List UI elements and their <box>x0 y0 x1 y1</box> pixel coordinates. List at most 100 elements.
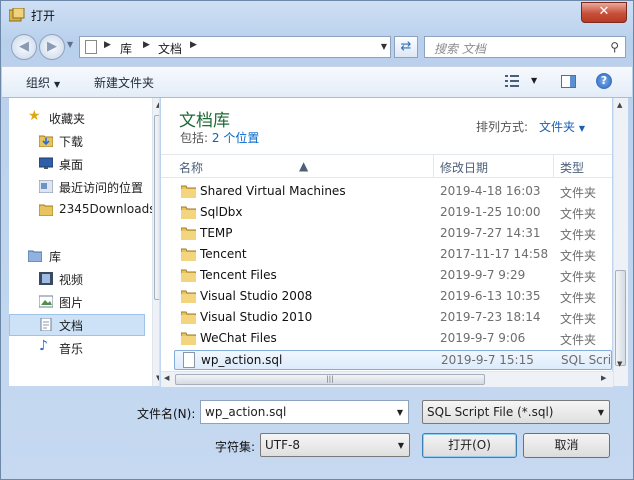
encoding-select[interactable]: UTF-8 ▼ <box>260 433 410 457</box>
sidebar-scroll-thumb[interactable] <box>154 115 159 300</box>
arrange-by-dropdown[interactable]: 文件夹 ▼ <box>539 118 585 135</box>
window-title: 打开 <box>31 9 56 23</box>
search-placeholder: 搜索 文档 <box>434 42 486 56</box>
file-type: 文件夹 <box>560 207 597 221</box>
file-date: 2019-1-25 10:00 <box>440 205 541 219</box>
sidebar-item-label: 库 <box>49 250 62 264</box>
cancel-button[interactable]: 取消 <box>523 433 610 458</box>
file-name: SqlDbx <box>200 205 243 219</box>
library-title: 文档库 <box>179 111 230 131</box>
sidebar-item-label: 视频 <box>59 273 84 287</box>
help-icon[interactable]: ? <box>596 73 612 89</box>
includes-locations-link[interactable]: 2 个位置 <box>212 131 259 145</box>
arrange-by-label: 排列方式: <box>476 120 529 134</box>
folder-icon <box>181 332 196 345</box>
file-row[interactable]: Visual Studio 2008 2019-6-13 10:35 文件夹 <box>174 287 612 307</box>
filename-label: 文件名(N): <box>137 407 196 421</box>
chevron-down-icon[interactable]: ▼ <box>398 441 404 450</box>
file-name: Visual Studio 2008 <box>200 289 313 303</box>
column-header-type[interactable]: 类型 <box>560 159 584 176</box>
scroll-up-icon[interactable]: ▲ <box>617 101 622 109</box>
search-icon[interactable]: ⚲ <box>610 40 619 54</box>
file-list-scrollbar[interactable]: ▲ ▼ <box>613 98 628 386</box>
column-divider[interactable] <box>433 155 434 177</box>
scroll-up-icon[interactable]: ▲ <box>156 101 159 109</box>
view-options-icon[interactable] <box>505 74 519 88</box>
sidebar-item-pictures[interactable]: 图片 <box>9 291 145 313</box>
encoding-value: UTF-8 <box>265 438 300 452</box>
new-folder-button[interactable]: 新建文件夹 <box>94 74 154 91</box>
encoding-label: 字符集: <box>215 440 256 454</box>
forward-button[interactable]: ▶ <box>39 34 65 60</box>
sidebar-scrollbar[interactable]: ▲ ▼ <box>152 98 159 386</box>
column-header-modified[interactable]: 修改日期 <box>440 159 488 176</box>
breadcrumb-documents[interactable]: 文档 <box>158 40 182 57</box>
folder-icon <box>181 311 196 324</box>
sort-ascending-icon: ▲ <box>299 159 309 173</box>
caret-down-icon: ▼ <box>578 124 585 133</box>
chevron-down-icon[interactable]: ▼ <box>397 408 403 417</box>
file-row[interactable]: WeChat Files 2019-9-7 9:06 文件夹 <box>174 329 612 349</box>
column-divider[interactable] <box>553 155 554 177</box>
chevron-right-icon[interactable]: ▶ <box>190 40 197 50</box>
horizontal-scroll-thumb[interactable]: ||| <box>175 374 485 385</box>
library-includes: 包括: 2 个位置 <box>180 129 259 146</box>
preview-pane-icon[interactable] <box>561 75 576 88</box>
file-row[interactable]: Tencent 2017-11-17 14:58 文件夹 <box>174 245 612 265</box>
library-icon <box>28 250 42 262</box>
refresh-button[interactable]: ⇄ <box>394 36 418 58</box>
address-bar[interactable]: ▶ 库 ▶ 文档 ▶ ▼ <box>79 36 391 58</box>
star-icon: ★ <box>28 108 41 124</box>
breadcrumb-library[interactable]: 库 <box>120 40 132 57</box>
file-row[interactable]: Visual Studio 2010 2019-7-23 18:14 文件夹 <box>174 308 612 328</box>
sidebar-item-recent-places[interactable]: 最近访问的位置 <box>9 176 145 198</box>
file-row[interactable]: SqlDbx 2019-1-25 10:00 文件夹 <box>174 203 612 223</box>
chevron-right-icon[interactable]: ▶ <box>143 40 150 50</box>
back-button[interactable]: ◀ <box>11 34 37 60</box>
download-folder-icon <box>39 135 53 147</box>
sidebar-item-label: 音乐 <box>59 342 84 356</box>
file-row[interactable]: Shared Virtual Machines 2019-4-18 16:03 … <box>174 182 612 202</box>
file-date: 2019-9-7 9:06 <box>440 331 526 345</box>
address-history-dropdown-icon[interactable]: ▼ <box>381 42 387 51</box>
view-dropdown-icon[interactable]: ▼ <box>531 76 537 85</box>
sidebar-item-label: 下载 <box>59 135 84 149</box>
sidebar-item-documents[interactable]: 文档 <box>9 314 145 336</box>
open-file-dialog: 打开 ✕ ◀ ▶ ▼ ▶ 库 ▶ 文档 ▶ ▼ ⇄ 搜索 文档 ⚲ 组织 ▼ 新建… <box>0 0 634 480</box>
recent-locations-dropdown-icon[interactable]: ▼ <box>67 40 73 49</box>
file-type: SQL Script <box>561 353 612 367</box>
title-bar: 打开 ✕ <box>1 1 633 29</box>
horizontal-scrollbar[interactable]: ◀ ||| ▶ <box>161 371 613 387</box>
scroll-left-icon[interactable]: ◀ <box>164 374 169 382</box>
file-type: 文件夹 <box>560 291 597 305</box>
close-button[interactable]: ✕ <box>581 2 627 23</box>
sidebar-item-libraries[interactable]: 库 <box>9 245 145 267</box>
file-row[interactable]: TEMP 2019-7-27 14:31 文件夹 <box>174 224 612 244</box>
scroll-down-icon[interactable]: ▼ <box>617 360 622 368</box>
file-type: 文件夹 <box>560 312 597 326</box>
filename-input[interactable]: wp_action.sql ▼ <box>200 400 409 424</box>
organize-menu[interactable]: 组织 ▼ <box>26 74 60 91</box>
chevron-down-icon[interactable]: ▼ <box>598 408 604 417</box>
file-row[interactable]: Tencent Files 2019-9-7 9:29 文件夹 <box>174 266 612 286</box>
sidebar-item-2345downloads[interactable]: 2345Downloads <box>9 199 155 221</box>
file-row-selected[interactable]: wp_action.sql 2019-9-7 15:15 SQL Script <box>174 350 612 370</box>
chevron-right-icon[interactable]: ▶ <box>104 40 111 50</box>
file-type-filter-select[interactable]: SQL Script File (*.sql) ▼ <box>422 400 610 424</box>
sidebar-item-favorites[interactable]: ★ 收藏夹 <box>9 107 145 129</box>
sidebar-item-label: 文档 <box>59 319 84 333</box>
sidebar-item-desktop[interactable]: 桌面 <box>9 153 145 175</box>
scroll-right-icon[interactable]: ▶ <box>601 374 606 382</box>
sidebar-item-label: 最近访问的位置 <box>59 181 144 195</box>
search-box[interactable]: 搜索 文档 ⚲ <box>424 36 626 58</box>
sidebar-item-music[interactable]: ♪ 音乐 <box>9 337 145 359</box>
column-header-name[interactable]: 名称 <box>179 159 203 176</box>
sidebar-item-downloads[interactable]: 下载 <box>9 130 145 152</box>
file-name: Visual Studio 2010 <box>200 310 313 324</box>
open-button[interactable]: 打开(O) <box>422 433 517 458</box>
file-list-scroll-thumb[interactable] <box>615 270 626 366</box>
sidebar-item-videos[interactable]: 视频 <box>9 268 145 290</box>
file-type: 文件夹 <box>560 228 597 242</box>
file-name: WeChat Files <box>200 331 277 345</box>
scroll-down-icon[interactable]: ▼ <box>156 374 159 382</box>
